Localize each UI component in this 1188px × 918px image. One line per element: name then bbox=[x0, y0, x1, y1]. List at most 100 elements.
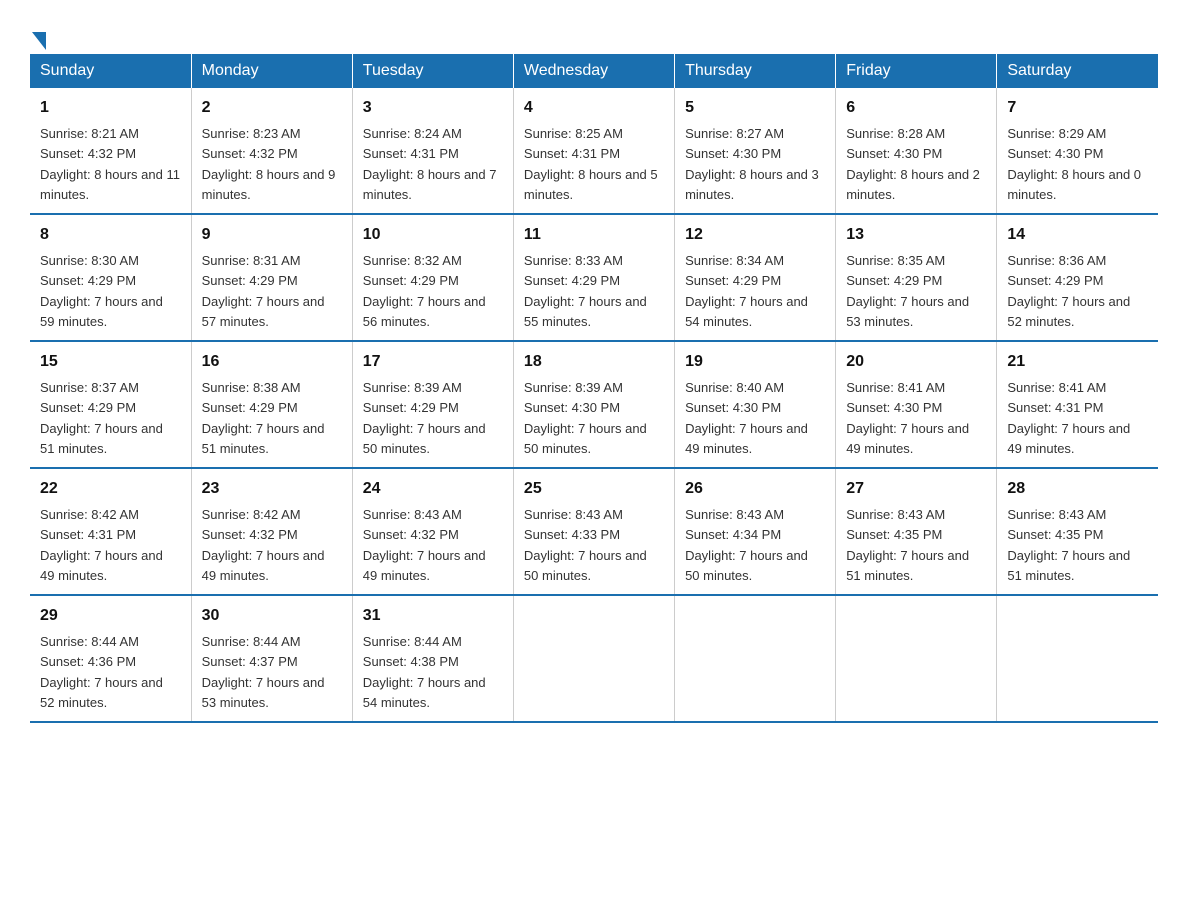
day-info: Sunrise: 8:30 AMSunset: 4:29 PMDaylight:… bbox=[40, 253, 163, 329]
calendar-header-row: SundayMondayTuesdayWednesdayThursdayFrid… bbox=[30, 54, 1158, 88]
day-number: 8 bbox=[40, 223, 181, 247]
day-number: 29 bbox=[40, 604, 181, 628]
calendar-cell: 15 Sunrise: 8:37 AMSunset: 4:29 PMDaylig… bbox=[30, 341, 191, 468]
calendar-table: SundayMondayTuesdayWednesdayThursdayFrid… bbox=[30, 54, 1158, 723]
day-number: 1 bbox=[40, 96, 181, 120]
calendar-cell: 29 Sunrise: 8:44 AMSunset: 4:36 PMDaylig… bbox=[30, 595, 191, 722]
day-info: Sunrise: 8:25 AMSunset: 4:31 PMDaylight:… bbox=[524, 126, 658, 202]
day-number: 14 bbox=[1007, 223, 1148, 247]
calendar-cell: 9 Sunrise: 8:31 AMSunset: 4:29 PMDayligh… bbox=[191, 214, 352, 341]
calendar-cell: 20 Sunrise: 8:41 AMSunset: 4:30 PMDaylig… bbox=[836, 341, 997, 468]
day-header-wednesday: Wednesday bbox=[513, 54, 674, 88]
day-number: 6 bbox=[846, 96, 986, 120]
day-info: Sunrise: 8:38 AMSunset: 4:29 PMDaylight:… bbox=[202, 380, 325, 456]
day-header-friday: Friday bbox=[836, 54, 997, 88]
day-number: 25 bbox=[524, 477, 664, 501]
day-info: Sunrise: 8:44 AMSunset: 4:36 PMDaylight:… bbox=[40, 634, 163, 710]
day-number: 4 bbox=[524, 96, 664, 120]
day-number: 30 bbox=[202, 604, 342, 628]
day-info: Sunrise: 8:39 AMSunset: 4:30 PMDaylight:… bbox=[524, 380, 647, 456]
calendar-cell: 22 Sunrise: 8:42 AMSunset: 4:31 PMDaylig… bbox=[30, 468, 191, 595]
logo bbox=[30, 30, 48, 44]
calendar-cell: 4 Sunrise: 8:25 AMSunset: 4:31 PMDayligh… bbox=[513, 88, 674, 214]
day-header-saturday: Saturday bbox=[997, 54, 1158, 88]
day-number: 5 bbox=[685, 96, 825, 120]
calendar-cell: 28 Sunrise: 8:43 AMSunset: 4:35 PMDaylig… bbox=[997, 468, 1158, 595]
day-info: Sunrise: 8:44 AMSunset: 4:38 PMDaylight:… bbox=[363, 634, 486, 710]
calendar-cell bbox=[836, 595, 997, 722]
page-header bbox=[30, 20, 1158, 44]
day-number: 19 bbox=[685, 350, 825, 374]
day-number: 17 bbox=[363, 350, 503, 374]
calendar-cell: 23 Sunrise: 8:42 AMSunset: 4:32 PMDaylig… bbox=[191, 468, 352, 595]
calendar-cell: 26 Sunrise: 8:43 AMSunset: 4:34 PMDaylig… bbox=[675, 468, 836, 595]
calendar-cell: 18 Sunrise: 8:39 AMSunset: 4:30 PMDaylig… bbox=[513, 341, 674, 468]
calendar-week-row: 8 Sunrise: 8:30 AMSunset: 4:29 PMDayligh… bbox=[30, 214, 1158, 341]
calendar-week-row: 22 Sunrise: 8:42 AMSunset: 4:31 PMDaylig… bbox=[30, 468, 1158, 595]
day-info: Sunrise: 8:43 AMSunset: 4:32 PMDaylight:… bbox=[363, 507, 486, 583]
day-header-thursday: Thursday bbox=[675, 54, 836, 88]
day-info: Sunrise: 8:43 AMSunset: 4:33 PMDaylight:… bbox=[524, 507, 647, 583]
calendar-cell: 31 Sunrise: 8:44 AMSunset: 4:38 PMDaylig… bbox=[352, 595, 513, 722]
calendar-cell: 17 Sunrise: 8:39 AMSunset: 4:29 PMDaylig… bbox=[352, 341, 513, 468]
day-info: Sunrise: 8:34 AMSunset: 4:29 PMDaylight:… bbox=[685, 253, 808, 329]
calendar-week-row: 15 Sunrise: 8:37 AMSunset: 4:29 PMDaylig… bbox=[30, 341, 1158, 468]
calendar-cell: 5 Sunrise: 8:27 AMSunset: 4:30 PMDayligh… bbox=[675, 88, 836, 214]
calendar-week-row: 29 Sunrise: 8:44 AMSunset: 4:36 PMDaylig… bbox=[30, 595, 1158, 722]
day-number: 12 bbox=[685, 223, 825, 247]
calendar-cell bbox=[997, 595, 1158, 722]
day-number: 7 bbox=[1007, 96, 1148, 120]
calendar-cell: 11 Sunrise: 8:33 AMSunset: 4:29 PMDaylig… bbox=[513, 214, 674, 341]
calendar-cell: 6 Sunrise: 8:28 AMSunset: 4:30 PMDayligh… bbox=[836, 88, 997, 214]
calendar-cell: 13 Sunrise: 8:35 AMSunset: 4:29 PMDaylig… bbox=[836, 214, 997, 341]
day-header-sunday: Sunday bbox=[30, 54, 191, 88]
day-number: 28 bbox=[1007, 477, 1148, 501]
day-number: 16 bbox=[202, 350, 342, 374]
calendar-cell: 19 Sunrise: 8:40 AMSunset: 4:30 PMDaylig… bbox=[675, 341, 836, 468]
calendar-cell: 25 Sunrise: 8:43 AMSunset: 4:33 PMDaylig… bbox=[513, 468, 674, 595]
day-info: Sunrise: 8:29 AMSunset: 4:30 PMDaylight:… bbox=[1007, 126, 1141, 202]
day-info: Sunrise: 8:44 AMSunset: 4:37 PMDaylight:… bbox=[202, 634, 325, 710]
day-number: 13 bbox=[846, 223, 986, 247]
day-number: 24 bbox=[363, 477, 503, 501]
day-info: Sunrise: 8:27 AMSunset: 4:30 PMDaylight:… bbox=[685, 126, 819, 202]
day-number: 26 bbox=[685, 477, 825, 501]
calendar-cell: 12 Sunrise: 8:34 AMSunset: 4:29 PMDaylig… bbox=[675, 214, 836, 341]
day-info: Sunrise: 8:35 AMSunset: 4:29 PMDaylight:… bbox=[846, 253, 969, 329]
calendar-cell: 30 Sunrise: 8:44 AMSunset: 4:37 PMDaylig… bbox=[191, 595, 352, 722]
day-header-monday: Monday bbox=[191, 54, 352, 88]
day-info: Sunrise: 8:43 AMSunset: 4:35 PMDaylight:… bbox=[846, 507, 969, 583]
day-info: Sunrise: 8:42 AMSunset: 4:32 PMDaylight:… bbox=[202, 507, 325, 583]
day-number: 18 bbox=[524, 350, 664, 374]
day-number: 31 bbox=[363, 604, 503, 628]
day-info: Sunrise: 8:41 AMSunset: 4:30 PMDaylight:… bbox=[846, 380, 969, 456]
day-info: Sunrise: 8:41 AMSunset: 4:31 PMDaylight:… bbox=[1007, 380, 1130, 456]
calendar-cell bbox=[675, 595, 836, 722]
day-number: 27 bbox=[846, 477, 986, 501]
day-number: 22 bbox=[40, 477, 181, 501]
day-info: Sunrise: 8:32 AMSunset: 4:29 PMDaylight:… bbox=[363, 253, 486, 329]
day-number: 23 bbox=[202, 477, 342, 501]
calendar-cell: 24 Sunrise: 8:43 AMSunset: 4:32 PMDaylig… bbox=[352, 468, 513, 595]
day-number: 20 bbox=[846, 350, 986, 374]
day-number: 21 bbox=[1007, 350, 1148, 374]
calendar-cell: 10 Sunrise: 8:32 AMSunset: 4:29 PMDaylig… bbox=[352, 214, 513, 341]
day-info: Sunrise: 8:21 AMSunset: 4:32 PMDaylight:… bbox=[40, 126, 180, 202]
day-number: 11 bbox=[524, 223, 664, 247]
day-info: Sunrise: 8:31 AMSunset: 4:29 PMDaylight:… bbox=[202, 253, 325, 329]
calendar-week-row: 1 Sunrise: 8:21 AMSunset: 4:32 PMDayligh… bbox=[30, 88, 1158, 214]
day-info: Sunrise: 8:42 AMSunset: 4:31 PMDaylight:… bbox=[40, 507, 163, 583]
day-info: Sunrise: 8:43 AMSunset: 4:34 PMDaylight:… bbox=[685, 507, 808, 583]
day-info: Sunrise: 8:23 AMSunset: 4:32 PMDaylight:… bbox=[202, 126, 336, 202]
calendar-cell: 27 Sunrise: 8:43 AMSunset: 4:35 PMDaylig… bbox=[836, 468, 997, 595]
day-number: 15 bbox=[40, 350, 181, 374]
calendar-cell bbox=[513, 595, 674, 722]
logo-triangle-icon bbox=[32, 32, 46, 50]
day-info: Sunrise: 8:37 AMSunset: 4:29 PMDaylight:… bbox=[40, 380, 163, 456]
calendar-cell: 3 Sunrise: 8:24 AMSunset: 4:31 PMDayligh… bbox=[352, 88, 513, 214]
calendar-cell: 14 Sunrise: 8:36 AMSunset: 4:29 PMDaylig… bbox=[997, 214, 1158, 341]
calendar-cell: 7 Sunrise: 8:29 AMSunset: 4:30 PMDayligh… bbox=[997, 88, 1158, 214]
calendar-cell: 16 Sunrise: 8:38 AMSunset: 4:29 PMDaylig… bbox=[191, 341, 352, 468]
day-info: Sunrise: 8:36 AMSunset: 4:29 PMDaylight:… bbox=[1007, 253, 1130, 329]
day-info: Sunrise: 8:43 AMSunset: 4:35 PMDaylight:… bbox=[1007, 507, 1130, 583]
